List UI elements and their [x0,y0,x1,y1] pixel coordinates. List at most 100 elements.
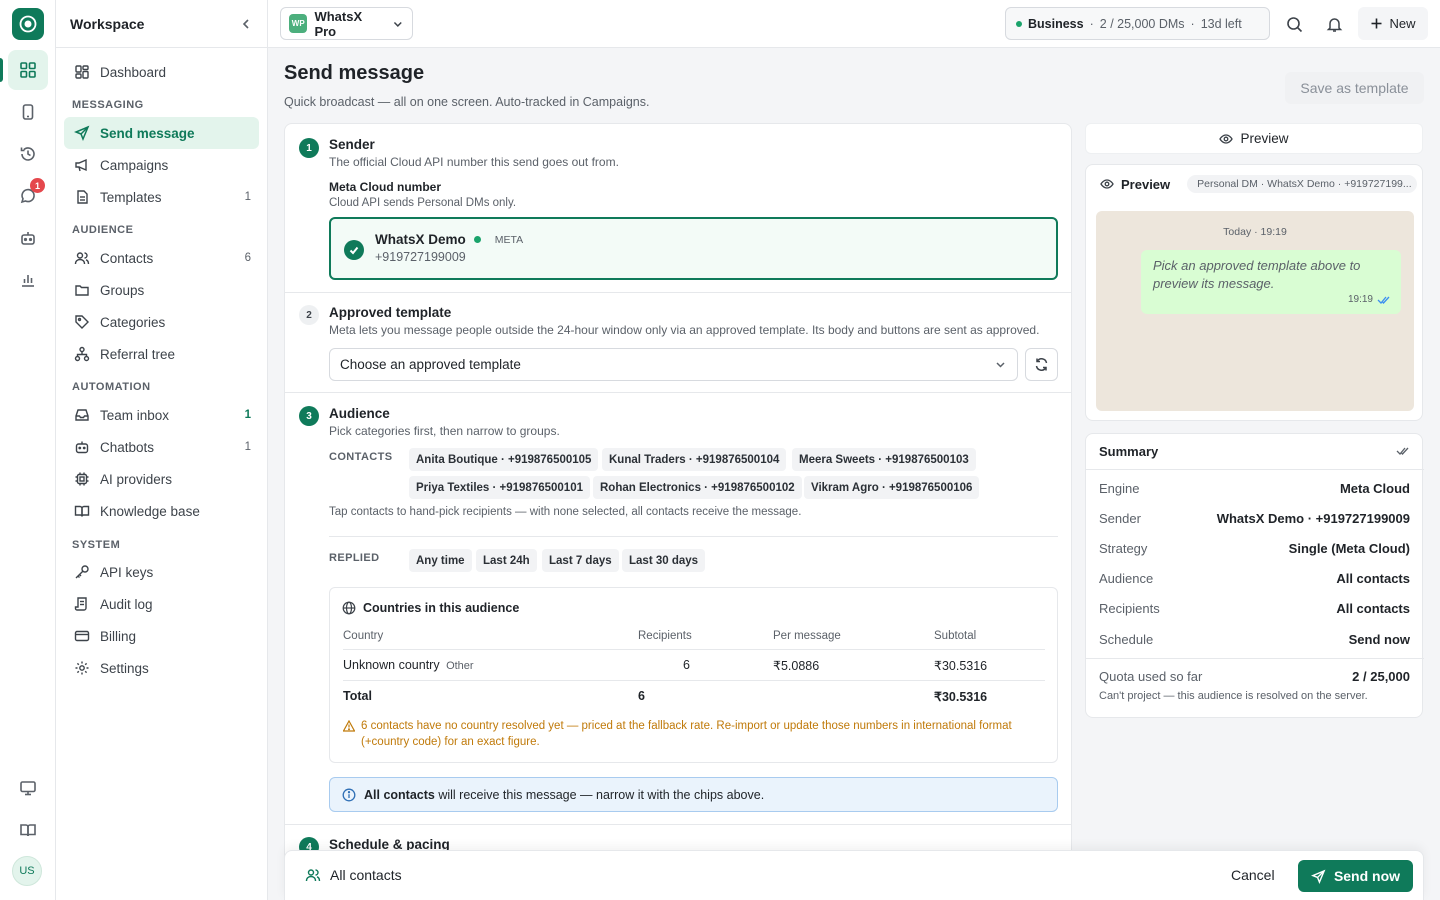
sidebar-item-chatbots[interactable]: Chatbots 1 [64,431,259,463]
sidebar-item-contacts[interactable]: Contacts 6 [64,242,259,274]
quota-note: Can't project — this audience is resolve… [1099,690,1368,702]
save-as-template-button[interactable]: Save as template [1285,72,1424,104]
preview-card: Preview Personal DM · WhatsX Demo · +919… [1085,164,1423,421]
summary-quota-row: Quota used so far 2 / 25,000 [1099,669,1410,684]
chat-preview: Today · 19:19 Pick an approved template … [1096,211,1414,411]
contact-chip[interactable]: Meera Sweets · +919876500103 [792,448,976,471]
chat-time: 19:19 [1347,294,1373,305]
sidebar-item-count: 1 [244,409,251,421]
sidebar-item-label: Billing [100,628,137,644]
replied-filter-chip[interactable]: Last 30 days [622,549,706,572]
monitor-icon [20,781,36,796]
replied-filter-chip[interactable]: Last 7 days [542,549,619,572]
sidebar-item-label: Send message [100,125,195,141]
sender-account-option[interactable]: WhatsX Demo META +919727199009 [329,217,1058,280]
search-icon [1286,16,1302,32]
phone-icon [22,104,34,120]
sidebar-item-templates[interactable]: Templates 1 [64,181,259,213]
footer-audience: All contacts [330,867,402,883]
contact-chip[interactable]: Vikram Agro · +919876500106 [804,476,980,499]
summary-row: Audience All contacts [1099,571,1410,586]
search-button[interactable] [1282,12,1306,36]
collapse-sidebar-button[interactable] [239,17,253,31]
info-bold-text: All contacts [364,787,435,802]
contact-chip[interactable]: Rohan Electronics · +919876500102 [593,476,802,499]
template-description: Meta lets you message people outside the… [329,323,1040,337]
sidebar-item-dashboard[interactable]: Dashboard [64,56,259,88]
sidebar-item-referral-tree[interactable]: Referral tree [64,338,259,370]
summary-key: Audience [1099,571,1154,586]
rail-dashboard-button[interactable] [8,50,48,90]
sidebar-item-label: Templates [100,189,162,205]
section-audience: AUDIENCE [72,224,134,236]
sender-account-tag: META [494,233,524,246]
notifications-button[interactable] [1322,12,1346,36]
plan-status[interactable]: Business · 2 / 25,000 DMs · 13d left [1005,7,1270,40]
countries-table: Countries in this audience Country Recip… [329,587,1058,763]
contacts-label: CONTACTS [329,451,393,463]
sidebar-item-categories[interactable]: Categories [64,306,259,338]
contact-chip[interactable]: Anita Boutique · +919876500105 [409,448,599,471]
page-subtitle: Quick broadcast — all on one screen. Aut… [284,95,650,109]
plus-icon [1371,18,1382,29]
new-button[interactable]: New [1358,7,1428,40]
replied-label: REPLIED [329,552,380,564]
replied-filter-chip[interactable]: Any time [409,549,472,572]
rail-history-button[interactable] [8,134,48,174]
refresh-templates-button[interactable] [1025,348,1058,381]
file-text-icon [73,188,91,206]
contact-chip[interactable]: Priya Textiles · +919876500101 [409,476,590,499]
divider [1086,658,1424,659]
rail-docs-button[interactable] [8,810,48,850]
audience-info-banner: All contacts will receive this message —… [329,777,1058,812]
sidebar-item-label: AI providers [100,471,173,487]
contact-chip[interactable]: Kunal Traders · +919876500104 [602,448,787,471]
sidebar-item-campaigns[interactable]: Campaigns [64,149,259,181]
separator: · [1190,16,1195,31]
sidebar-item-count: 6 [244,252,251,264]
info-icon [342,788,356,801]
sidebar-item-groups[interactable]: Groups [64,274,259,306]
sidebar-item-api-keys[interactable]: API keys [64,556,259,588]
sidebar-item-audit-log[interactable]: Audit log [64,588,259,620]
country-recipients: 6 [683,658,690,672]
users-icon [73,249,91,267]
audience-title: Audience [329,406,390,421]
preview-tab[interactable]: Preview [1085,123,1423,154]
table-row: Unknown country Other [343,658,474,672]
divider [343,680,1045,681]
rail-chat-badge: 1 [30,178,45,193]
double-check-icon [1377,296,1390,304]
cancel-button[interactable]: Cancel [1231,867,1275,883]
sender-field-label: Meta Cloud number [329,180,442,194]
rail-analytics-button[interactable] [8,260,48,300]
sidebar-item-knowledge-base[interactable]: Knowledge base [64,495,259,527]
rail-devices-button[interactable] [8,92,48,132]
send-now-button[interactable]: Send now [1298,860,1413,892]
rail-desktop-button[interactable] [8,768,48,808]
country-warning-text: 6 contacts have no country resolved yet … [361,720,1012,748]
globe-icon [342,601,356,615]
total-recipients: 6 [638,689,645,703]
template-select[interactable]: Choose an approved template [329,348,1018,381]
summary-card: Summary Engine Meta Cloud Sender WhatsX De… [1085,433,1424,718]
sidebar-item-billing[interactable]: Billing [64,620,259,652]
sidebar-item-count: 1 [244,191,251,203]
key-icon [73,563,91,581]
sidebar-item-send-message[interactable]: Send message [64,117,259,149]
sidebar-item-team-inbox[interactable]: Team inbox 1 [64,399,259,431]
sidebar-item-label: Settings [100,660,149,676]
sidebar-item-settings[interactable]: Settings [64,652,259,684]
user-avatar[interactable]: US [12,856,42,886]
separator: · [1089,16,1094,31]
country-name: Unknown country [343,658,440,672]
template-title: Approved template [329,305,452,320]
credit-card-icon [73,627,91,645]
sidebar-item-label: Contacts [100,250,154,266]
app-logo-icon[interactable] [12,8,44,40]
workspace-switcher[interactable]: WP WhatsX Pro [280,7,413,40]
send-form: 1 Sender The official Cloud API number t… [284,123,1072,900]
sidebar-item-ai-providers[interactable]: AI providers [64,463,259,495]
replied-filter-chip[interactable]: Last 24h [476,549,537,572]
rail-bot-button[interactable] [8,218,48,258]
